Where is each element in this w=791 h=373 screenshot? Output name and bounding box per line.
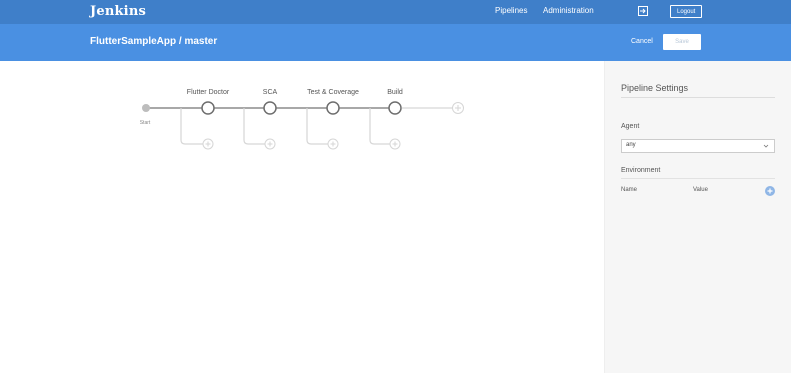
logout-button[interactable]: Logout — [670, 5, 703, 18]
page-title: FlutterSampleApp / master — [90, 36, 218, 47]
agent-select-value: any — [626, 142, 636, 148]
start-label: Start — [140, 120, 151, 126]
add-parallel-stage-icon[interactable] — [327, 138, 339, 150]
parallel-branch-connectors — [180, 108, 390, 145]
environment-label: Environment — [621, 167, 661, 174]
cancel-button[interactable]: Cancel — [631, 38, 653, 45]
stage-node-flutter-doctor[interactable] — [201, 101, 215, 115]
chevron-down-icon — [763, 144, 769, 148]
pipeline-canvas: Start Flutter Doctor SCA Test & Coverage… — [0, 61, 604, 373]
start-node — [142, 104, 150, 112]
add-parallel-stage-icon[interactable] — [202, 138, 214, 150]
jenkins-logo[interactable]: Jenkins — [90, 4, 146, 19]
add-parallel-stage-icon[interactable] — [389, 138, 401, 150]
nav-administration-link[interactable]: Administration — [543, 6, 594, 15]
add-environment-button[interactable] — [765, 186, 775, 196]
stage-node-test-coverage[interactable] — [326, 101, 340, 115]
divider — [621, 97, 775, 98]
add-stage-icon[interactable] — [452, 102, 464, 114]
stage-label-test-coverage: Test & Coverage — [307, 89, 359, 96]
top-nav-bar: Jenkins Pipelines Administration Logout — [0, 0, 791, 24]
pipeline-graph: Start Flutter Doctor SCA Test & Coverage… — [140, 89, 464, 150]
stage-label-sca: SCA — [263, 89, 278, 96]
stage-node-sca[interactable] — [263, 101, 277, 115]
exit-icon[interactable] — [638, 6, 648, 16]
stage-label-build: Build — [387, 89, 403, 96]
env-name-column-header: Name — [621, 187, 638, 193]
stage-node-build[interactable] — [388, 101, 402, 115]
save-button[interactable]: Save — [663, 34, 701, 50]
env-value-column-header: Value — [693, 187, 708, 193]
settings-title: Pipeline Settings — [621, 83, 689, 93]
divider — [621, 178, 775, 179]
editor-header: FlutterSampleApp / master Cancel Save — [0, 24, 791, 61]
nav-pipelines-link[interactable]: Pipelines — [495, 6, 527, 15]
agent-label: Agent — [621, 123, 640, 130]
add-parallel-stage-icon[interactable] — [264, 138, 276, 150]
stage-label-flutter-doctor: Flutter Doctor — [187, 89, 230, 96]
pipeline-settings-panel: Pipeline Settings Agent any Environment … — [604, 61, 791, 373]
agent-select[interactable]: any — [621, 139, 775, 153]
